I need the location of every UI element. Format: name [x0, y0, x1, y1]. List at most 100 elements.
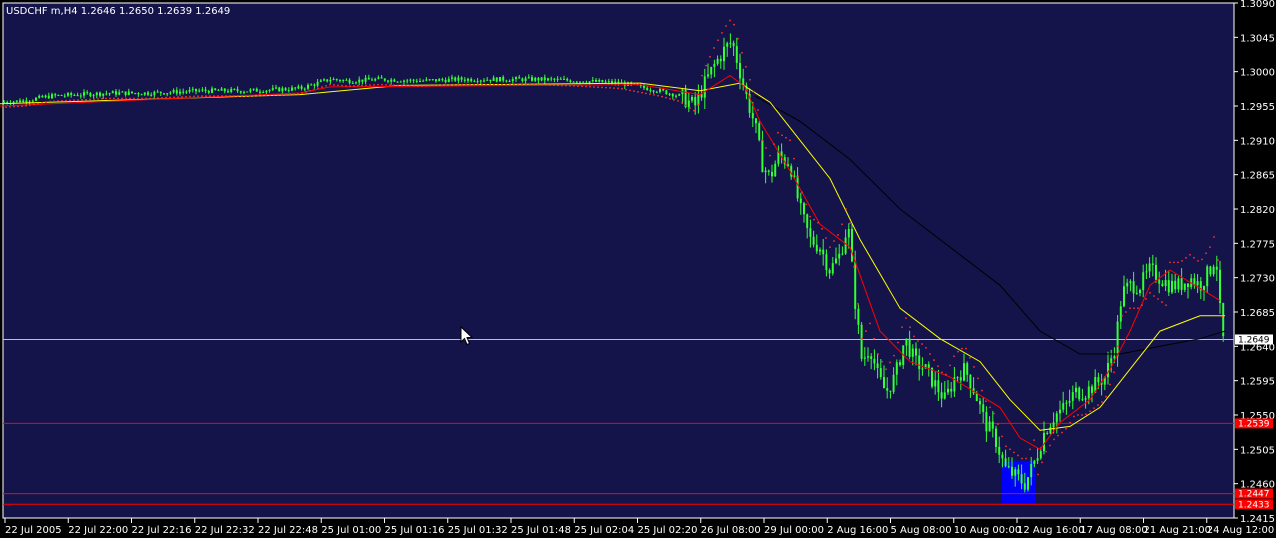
candle-body: [764, 170, 767, 173]
candle-body: [588, 81, 591, 84]
sar-dot: [953, 355, 955, 358]
candle-body: [726, 43, 729, 47]
x-tick-label: 10 Aug 00:00: [954, 525, 1021, 536]
sar-dot: [201, 95, 203, 97]
sar-dot: [93, 98, 95, 101]
sar-dot: [1117, 345, 1119, 348]
sar-dot: [1161, 301, 1163, 303]
sar-dot: [857, 302, 859, 305]
candle-body: [239, 91, 242, 93]
candle-body: [470, 78, 473, 82]
candle-body: [1196, 281, 1199, 286]
candle-body: [879, 368, 882, 378]
sar-dot: [113, 97, 115, 100]
sar-dot: [197, 95, 199, 98]
x-tick-label: 22 Jul 22:48: [258, 525, 318, 536]
sar-dot: [933, 359, 935, 361]
sar-dot: [1005, 445, 1007, 448]
candle-body: [806, 214, 809, 229]
candle-body: [1017, 469, 1020, 475]
sar-dot: [309, 89, 311, 92]
sar-dot: [1001, 435, 1003, 438]
sar-dot: [1133, 307, 1135, 310]
sar-dot: [493, 83, 495, 86]
mouse-cursor-icon: [460, 326, 474, 346]
candle-body: [246, 91, 249, 93]
candle-body: [915, 348, 917, 356]
sar-dot: [1041, 461, 1043, 464]
sar-dot: [697, 103, 699, 106]
candle-body: [607, 81, 610, 83]
candle-body: [851, 229, 853, 262]
sar-dot: [337, 84, 339, 87]
candle-body: [969, 374, 972, 389]
sar-dot: [1069, 421, 1071, 424]
candle-body: [268, 89, 271, 91]
candle-body: [259, 91, 261, 93]
sar-dot: [345, 84, 347, 87]
sar-dot: [121, 97, 123, 100]
sar-dot: [993, 412, 995, 415]
candle-body: [691, 96, 693, 101]
y-tick-label: 1.2865: [1240, 171, 1275, 182]
sar-dot: [709, 55, 711, 58]
price-chart[interactable]: USDCHF m,H4 1.2646 1.2650 1.2639 1.2649 1…: [0, 0, 1276, 538]
candle-body: [883, 377, 885, 389]
candle-body: [70, 93, 73, 96]
candle-body: [492, 77, 495, 81]
sar-dot: [821, 227, 823, 230]
sar-dot: [917, 340, 919, 342]
sar-dot: [1093, 407, 1095, 410]
sar-dot: [157, 97, 159, 99]
sar-dot: [441, 84, 443, 87]
sar-dot: [1137, 307, 1139, 310]
candle-body: [521, 78, 524, 81]
sar-dot: [1189, 253, 1191, 256]
sar-dot: [125, 97, 127, 100]
sar-dot: [817, 221, 819, 224]
candle-body: [694, 96, 697, 106]
sar-dot: [325, 84, 327, 87]
sar-dot: [409, 84, 411, 87]
price-tag-label: 1.2649: [1238, 335, 1270, 345]
sar-dot: [913, 335, 915, 338]
candle-body: [211, 88, 213, 93]
y-tick-label: 1.2685: [1240, 308, 1275, 319]
candle-body: [707, 74, 709, 77]
sar-dot: [453, 83, 455, 86]
sar-dot: [1073, 415, 1075, 418]
candle-body: [966, 363, 969, 375]
sar-dot: [609, 86, 611, 89]
sar-dot: [1077, 414, 1079, 416]
sar-dot: [861, 337, 863, 340]
candle-body: [1097, 377, 1100, 383]
candle-body: [1148, 263, 1151, 272]
sar-dot: [273, 94, 275, 96]
candle-body: [1183, 283, 1186, 290]
candle-body: [713, 63, 716, 68]
sar-dot: [97, 98, 99, 100]
sar-dot: [1201, 258, 1203, 261]
candle-body: [649, 90, 652, 92]
candle-body: [710, 67, 713, 75]
candle-body: [137, 93, 140, 95]
sar-dot: [401, 84, 403, 87]
sar-dot: [617, 87, 619, 90]
candle-body: [1052, 422, 1055, 428]
candle-body: [1020, 474, 1023, 484]
candle-body: [291, 87, 293, 91]
candle-body: [3, 101, 5, 103]
sar-dot: [1057, 434, 1059, 437]
sar-dot: [397, 84, 399, 87]
candle-body: [31, 100, 34, 102]
sar-dot: [105, 97, 107, 100]
candle-body: [25, 100, 28, 103]
candle-body: [271, 87, 274, 90]
sar-dot: [237, 95, 239, 97]
candle-body: [604, 81, 607, 83]
sar-dot: [185, 95, 187, 98]
sar-dot: [845, 208, 847, 210]
candle-body: [998, 446, 1001, 455]
candle-body: [985, 411, 988, 432]
candle-body: [892, 374, 895, 392]
